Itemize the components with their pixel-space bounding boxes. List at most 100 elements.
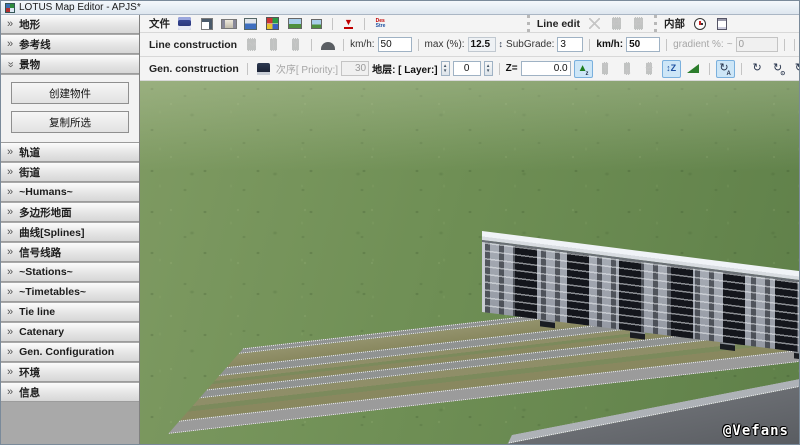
cassette-button[interactable] [219,15,238,33]
slope-button[interactable] [684,60,703,78]
description-button[interactable]: Des Stre [371,15,390,33]
rotate-angle-icon: ↻ [795,63,800,74]
sidebar-item-label: ~Humans~ [19,186,73,198]
app-logo-icon [5,3,15,13]
priority-input[interactable] [341,61,369,76]
separator [418,39,419,51]
cut-line-button[interactable] [585,15,604,33]
spline-tangent-icon: ⌠ [270,38,277,51]
sidebar-item-track[interactable]: » 轨道 [1,143,139,162]
toolbar-file-row: 文件 ▼ Des Stre [140,15,799,33]
flatten-up-button[interactable]: Ŧ [596,60,615,78]
tile-icon [201,18,213,30]
sidebar-item-timetables[interactable]: » ~Timetables~ [1,283,139,302]
rotate-auto-button[interactable]: ↻A [716,60,735,78]
spline-fork-button[interactable]: Y [286,36,305,54]
rotate-origin-button[interactable]: ↻⊙ [770,60,789,78]
create-object-button[interactable]: 创建物件 [11,82,129,104]
separator [794,39,795,51]
sidebar-item-humans[interactable]: » ~Humans~ [1,183,139,202]
separator [343,39,344,51]
timer-button[interactable] [690,15,709,33]
sidebar-item-label: 参考线 [19,37,51,52]
image-small-button[interactable] [307,15,326,33]
sidebar-item-info[interactable]: » 信息 [1,383,139,402]
rotate-angle-button[interactable]: ↻∠ [792,60,800,78]
sidebar-item-street[interactable]: » 街道 [1,163,139,182]
title-bar: LOTUS Map Editor - APJS* [1,1,799,15]
sidebar-item-tie-line[interactable]: » Tie line [1,303,139,322]
sidebar-item-gen-configuration[interactable]: » Gen. Configuration [1,343,139,362]
speed-input[interactable] [378,37,412,52]
line-construction-label: Line construction [149,39,237,51]
line-edit-group-label: Line edit [537,18,580,30]
import-button[interactable]: ▼ [339,15,358,33]
max-percent-label: max (%): [425,39,465,50]
flatten-down-button[interactable]: Ŧ [618,60,637,78]
subgrade-input[interactable] [557,37,583,52]
sidebar-item-catenary[interactable]: » Catenary [1,323,139,342]
sidebar-item-polygon-ground[interactable]: » 多边形地面 [1,203,139,222]
sidebar-item-label: 轨道 [19,145,40,160]
sidebar-item-label: 信息 [19,385,40,400]
separator [332,18,333,30]
split-line-button[interactable]: ⇄ [607,15,626,33]
max-percent-input[interactable] [468,37,496,52]
separator [666,39,667,51]
archive-button[interactable] [241,15,260,33]
sidebar-item-label: 环境 [19,365,40,380]
sidebar-item-reference-line[interactable]: » 参考线 [1,35,139,54]
copy-selected-button[interactable]: 复制所选 [11,111,129,133]
speed2-input[interactable] [626,37,660,52]
terrain-z-button[interactable]: ▲z [574,60,593,78]
z-lock-button[interactable]: Z [640,60,659,78]
log-button[interactable] [712,15,731,33]
z-updown-button[interactable]: ↕Z [662,60,681,78]
sidebar-item-stations[interactable]: » ~Stations~ [1,263,139,282]
join-line-button[interactable]: ⇄ [629,15,648,33]
gradient-input[interactable] [736,37,778,52]
image-button[interactable] [285,15,304,33]
separator [247,63,248,75]
embankment-button[interactable] [318,36,337,54]
chevron-right-icon: » [7,167,13,178]
map-3d-viewport[interactable]: @Vefans [140,81,799,445]
sidebar-item-label: ~Timetables~ [19,286,86,298]
priority-label: 次序[ Priority:] [276,61,338,76]
sidebar-item-environment[interactable]: » 环境 [1,363,139,382]
sidebar-item-signal-lines[interactable]: » 信号线路 [1,243,139,262]
z-input[interactable] [521,61,571,76]
stamp-button[interactable] [254,60,273,78]
chevron-right-icon: » [7,187,13,198]
rotate-free-button[interactable]: ↻ [748,60,767,78]
stamp-icon [257,63,270,75]
image-icon [288,18,302,29]
spline-tangent-button[interactable]: ⌠ [264,36,283,54]
sidebar-item-terrain[interactable]: » 地形 [1,15,139,34]
sidebar-item-splines[interactable]: » 曲线[Splines] [1,223,139,242]
separator [499,63,500,75]
materials-button[interactable] [263,15,282,33]
split-icon: ⇄ [612,17,621,30]
spline-curve-button[interactable]: ↝ [242,36,261,54]
rotate-free-icon: ↻ [752,63,761,74]
layer-input[interactable] [453,61,481,76]
tile-button[interactable] [197,15,216,33]
image-small-icon [311,19,322,29]
layer-spinner-right[interactable]: ▲▼ [484,61,493,76]
spline-fork-icon: Y [292,38,299,51]
sidebar-item-label: 多边形地面 [19,205,72,220]
speed2-label: km/h: [596,39,623,50]
file-group: 文件 ▼ Des Stre [142,15,396,32]
z-label: Z= [506,63,518,74]
sidebar-item-scenery[interactable]: » 景物 [1,55,139,74]
chevron-right-icon: » [7,227,13,238]
chevron-down-icon: » [5,61,16,67]
chevron-right-icon: » [7,267,13,278]
separator [784,39,785,51]
sidebar-item-label: Catenary [19,326,64,338]
save-button[interactable] [175,15,194,33]
layer-spinner-left[interactable]: ▲▼ [441,61,450,76]
gen-construction-label: Gen. construction [149,63,239,75]
scenery-panel: 创建物件 复制所选 [1,75,139,143]
